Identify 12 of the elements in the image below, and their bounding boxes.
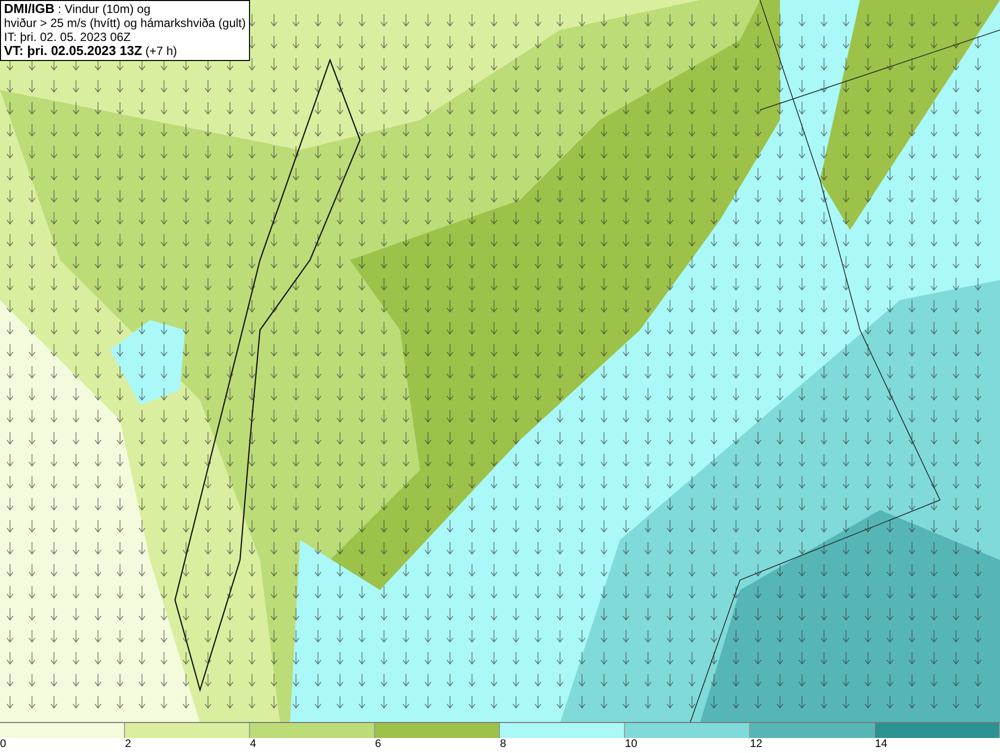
legend-tick-label: 0 xyxy=(0,738,6,752)
legend-tick-label: 14 xyxy=(875,738,888,752)
title-line: IT: þri. 02. 05. 2023 06Z xyxy=(4,30,132,44)
legend-tick-label: 8 xyxy=(500,738,506,752)
legend-tick-label: 6 xyxy=(375,738,382,752)
legend-tick-label: 2 xyxy=(125,738,132,752)
legend-tick-label: 10 xyxy=(625,738,638,752)
legend-tick-label: 12 xyxy=(750,738,762,752)
title-line: hviður > 25 m/s (hvítt) og hámarkshviða (gult) xyxy=(4,16,246,30)
legend-tick-label: 4 xyxy=(250,738,256,752)
title-line: DMI/IGB : Vindur (10m) og xyxy=(4,2,152,16)
title-line: VT: þri. 02.05.2023 13Z (+7 h) xyxy=(4,44,178,58)
